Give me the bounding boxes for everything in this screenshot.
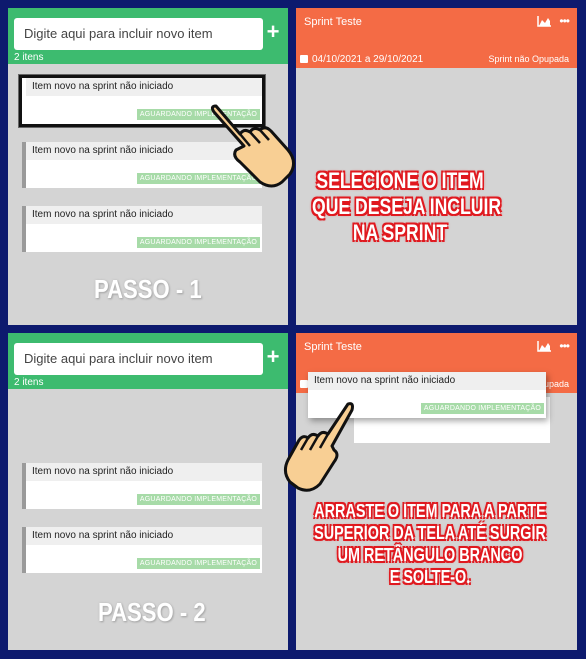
sprint-status: Sprint não Opupada (488, 54, 569, 64)
sprint-dates: 04/10/2021 a 29/10/2021 (312, 54, 424, 65)
calendar-icon (300, 55, 308, 63)
instruction-step2: ARRASTE O ITEM PARA A PARTE SUPERIOR DA … (314, 501, 546, 587)
status-badge: AGUARDANDO IMPLEMENTAÇÃO (136, 494, 260, 505)
status-badge: AGUARDANDO IMPLEMENTAÇÃO (420, 403, 544, 414)
card-title: Item novo na sprint não iniciado (26, 463, 262, 481)
sprint-header: Sprint Teste ••• 04/10/2021 a 29/10/2021… (296, 8, 577, 68)
instruction-step1: SELECIONE O ITEM QUE DESEJA INCLUIR NA S… (312, 168, 502, 245)
sprint-name: Sprint Teste (304, 16, 362, 28)
card-title: Item novo na sprint não iniciado (26, 206, 262, 224)
step-label: PASSO - 1 (94, 274, 202, 304)
item-count: 2 itens (14, 377, 44, 388)
step-label: PASSO - 2 (98, 597, 206, 627)
more-icon[interactable]: ••• (559, 15, 570, 27)
backlog-card[interactable]: Item novo na sprint não iniciado AGUARDA… (22, 206, 262, 252)
chart-icon[interactable] (537, 16, 551, 27)
backlog-panel-step2: Digite aqui para incluir novo item + 2 i… (8, 333, 288, 650)
chart-icon[interactable] (537, 341, 551, 352)
backlog-card[interactable]: Item novo na sprint não iniciado AGUARDA… (22, 463, 262, 509)
plus-icon[interactable]: + (266, 20, 280, 44)
backlog-header: Digite aqui para incluir novo item + 2 i… (8, 8, 288, 64)
calendar-icon (300, 380, 308, 388)
sprint-name: Sprint Teste (304, 341, 362, 353)
backlog-header: Digite aqui para incluir novo item + 2 i… (8, 333, 288, 389)
hand-pointer-icon (283, 402, 354, 492)
status-badge: AGUARDANDO IMPLEMENTAÇÃO (136, 237, 260, 248)
sprint-status: upada (543, 379, 569, 389)
hand-pointer-icon (210, 104, 295, 188)
backlog-card[interactable]: Item novo na sprint não iniciado AGUARDA… (22, 527, 262, 573)
new-item-input[interactable]: Digite aqui para incluir novo item (14, 18, 263, 50)
more-icon[interactable]: ••• (559, 340, 570, 352)
card-title: Item novo na sprint não iniciado (308, 372, 546, 390)
card-title: Item novo na sprint não iniciado (26, 78, 262, 96)
card-title: Item novo na sprint não iniciado (26, 527, 262, 545)
new-item-input[interactable]: Digite aqui para incluir novo item (14, 343, 263, 375)
sprint-panel-step1: Sprint Teste ••• 04/10/2021 a 29/10/2021… (296, 8, 577, 325)
item-count: 2 itens (14, 52, 44, 63)
status-badge: AGUARDANDO IMPLEMENTAÇÃO (136, 558, 260, 569)
plus-icon[interactable]: + (266, 345, 280, 369)
